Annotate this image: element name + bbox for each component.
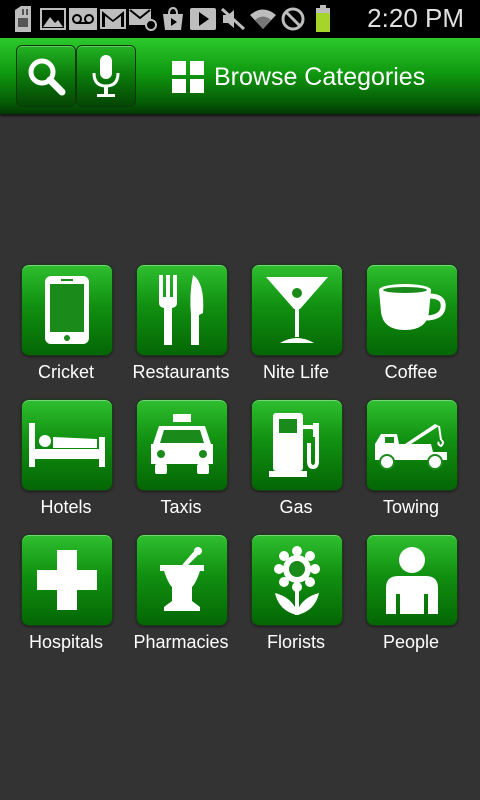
coffee-cup-icon xyxy=(379,284,446,330)
category-label: People xyxy=(382,632,440,652)
category-label: Pharmacies xyxy=(133,632,229,652)
category-label: Taxis xyxy=(160,497,202,517)
wifi-icon xyxy=(248,5,278,33)
gmail-icon xyxy=(98,5,128,33)
category-people[interactable] xyxy=(366,534,458,626)
category-taxis[interactable] xyxy=(136,399,228,491)
mute-icon xyxy=(218,5,248,33)
play-store-icon xyxy=(158,5,188,33)
search-button[interactable] xyxy=(16,45,76,107)
category-nite-life[interactable] xyxy=(251,264,343,356)
category-hotels[interactable] xyxy=(21,399,113,491)
image-icon xyxy=(38,5,68,33)
fork-knife-icon xyxy=(159,275,204,345)
status-bar: 2:20 PM xyxy=(0,0,480,38)
clock: 2:20 PM xyxy=(367,3,464,33)
grid-icon xyxy=(172,61,204,93)
email-icon xyxy=(128,5,158,33)
cocktail-icon xyxy=(266,277,328,343)
play-icon xyxy=(188,5,218,33)
microphone-icon xyxy=(92,55,120,97)
bed-icon xyxy=(29,423,105,467)
voicemail-icon xyxy=(68,5,98,33)
category-label: Cricket xyxy=(37,362,94,382)
category-gas[interactable] xyxy=(251,399,343,491)
category-label: Towing xyxy=(382,497,440,517)
mortar-pestle-icon xyxy=(160,547,204,611)
cross-icon xyxy=(37,550,97,610)
category-towing[interactable] xyxy=(366,399,458,491)
category-florists[interactable] xyxy=(251,534,343,626)
category-label: Hospitals xyxy=(28,632,104,652)
flower-icon xyxy=(274,546,320,615)
person-icon xyxy=(386,547,438,614)
category-label: Nite Life xyxy=(262,362,330,382)
category-label: Florists xyxy=(267,632,325,652)
page-title: Browse Categories xyxy=(172,60,425,94)
no-signal-icon xyxy=(278,5,308,33)
category-label: Gas xyxy=(279,497,313,517)
voice-search-button[interactable] xyxy=(76,45,136,107)
gas-pump-icon xyxy=(269,413,319,477)
taxi-icon xyxy=(151,414,213,474)
tow-truck-icon xyxy=(375,424,447,470)
category-cricket[interactable] xyxy=(21,264,113,356)
category-pharmacies[interactable] xyxy=(136,534,228,626)
category-coffee[interactable] xyxy=(366,264,458,356)
action-bar: Browse Categories xyxy=(0,38,480,114)
sd-card-icon xyxy=(8,5,38,33)
category-label: Coffee xyxy=(384,362,438,382)
category-label: Hotels xyxy=(40,497,92,517)
category-hospitals[interactable] xyxy=(21,534,113,626)
search-icon xyxy=(28,58,66,96)
category-restaurants[interactable] xyxy=(136,264,228,356)
page-title-text: Browse Categories xyxy=(214,62,426,91)
phone-icon xyxy=(45,276,89,344)
category-label: Restaurants xyxy=(132,362,230,382)
battery-icon xyxy=(308,5,338,33)
